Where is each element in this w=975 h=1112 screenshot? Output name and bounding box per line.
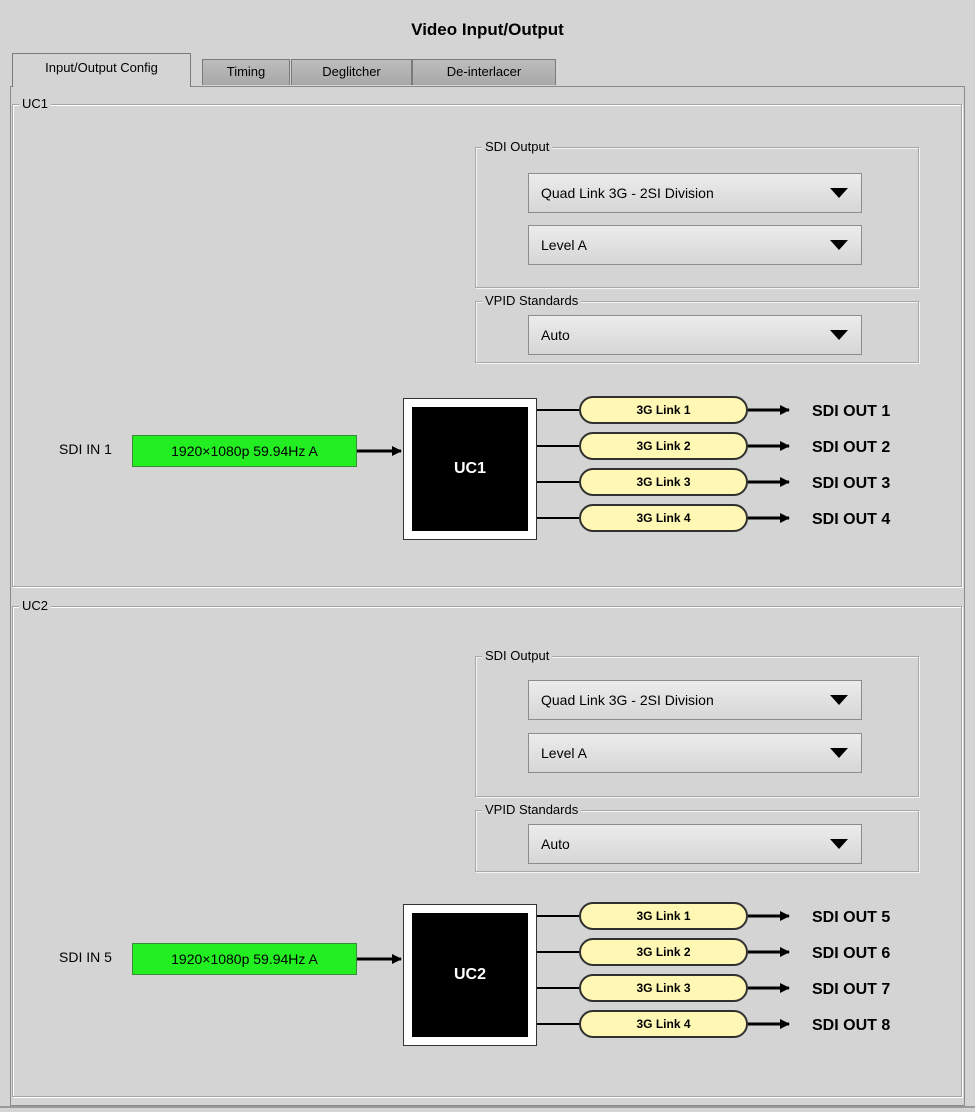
bottom-border	[0, 1106, 975, 1108]
uc2-output-7: SDI OUT 7	[812, 981, 891, 998]
uc1-link-4: 3G Link 4	[579, 504, 748, 532]
uc1-output-1: SDI OUT 1	[812, 403, 891, 420]
tab-de-interlacer[interactable]: De-interlacer	[412, 59, 556, 85]
uc2-output-5: SDI OUT 5	[812, 909, 891, 926]
uc2-group: UC2 SDI Output Quad Link 3G - 2SI Divisi…	[12, 598, 962, 1097]
uc1-output-3: SDI OUT 3	[812, 475, 891, 492]
uc2-output-8: SDI OUT 8	[812, 1017, 891, 1034]
tab-timing[interactable]: Timing	[202, 59, 290, 85]
tab-input-output-config[interactable]: Input/Output Config	[12, 53, 191, 87]
tab-deglitcher[interactable]: Deglitcher	[291, 59, 412, 85]
uc1-link-3: 3G Link 3	[579, 468, 748, 496]
uc2-link-1: 3G Link 1	[579, 902, 748, 930]
uc1-group: UC1 SDI Output Quad Link 3G - 2SI Divisi…	[12, 96, 962, 587]
uc2-link-3: 3G Link 3	[579, 974, 748, 1002]
uc2-link-4: 3G Link 4	[579, 1010, 748, 1038]
uc2-link-2: 3G Link 2	[579, 938, 748, 966]
uc2-output-6: SDI OUT 6	[812, 945, 891, 962]
uc1-output-2: SDI OUT 2	[812, 439, 891, 456]
uc1-output-4: SDI OUT 4	[812, 511, 891, 528]
uc1-link-1: 3G Link 1	[579, 396, 748, 424]
page-title: Video Input/Output	[411, 20, 564, 39]
uc1-link-2: 3G Link 2	[579, 432, 748, 460]
